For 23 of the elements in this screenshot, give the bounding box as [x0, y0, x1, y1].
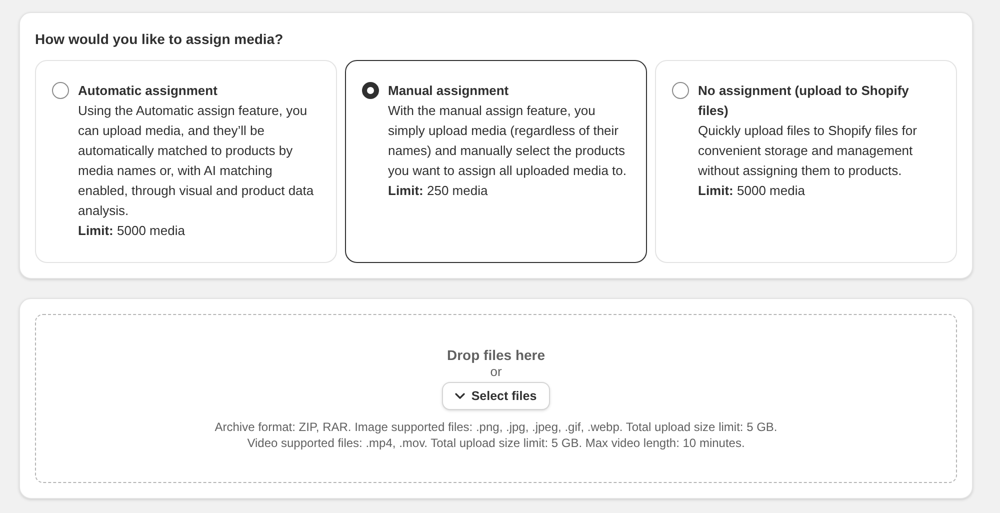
radio-button[interactable] — [52, 82, 69, 99]
option-card[interactable]: Manual assignment With the manual assign feature, you simply upload media (regardless of their names) and manually select the products you want to assign all uploaded media to. Limit: 250 media — [345, 60, 647, 263]
file-info-text: Archive format: ZIP, RAR. Image supported files: .png, .jpg, .jpeg, .gif, .webp. Total upload size limit: 5 GB. — [214, 419, 778, 435]
select-files-button[interactable]: Select files — [442, 382, 550, 410]
or-text: or — [490, 364, 502, 380]
file-info-text: Video supported files: .mp4, .mov. Total upload size limit: 5 GB. Max video length: 10 minutes. — [247, 435, 745, 451]
option-description: Using the Automatic assign feature, you can upload media, and they’ll be automatically matched to products by media names or, with AI matching enabled, through visual and product data analysis. — [78, 102, 315, 220]
dropzone[interactable] — [35, 314, 957, 483]
radio-button[interactable] — [362, 82, 379, 99]
section-title: How would you like to assign media? — [35, 30, 284, 49]
option-description: Quickly upload files to Shopify files for convenient storage and management without assigning them to products. — [698, 122, 918, 180]
radio-button[interactable] — [672, 82, 689, 99]
chevron-down-icon — [455, 393, 466, 399]
limit-text: Limit: 5000 media — [698, 182, 806, 200]
option-title: Manual assignment — [388, 82, 510, 100]
limit-text: Limit: 250 media — [388, 182, 489, 200]
option-title: Automatic assignment — [78, 82, 218, 100]
limit-text: Limit: 5000 media — [78, 222, 186, 240]
option-description: With the manual assign feature, you simply upload media (regardless of their names) and manually select the products you want to assign all uploaded media to. — [388, 102, 628, 180]
option-title: No assignment (upload to Shopify files) — [698, 82, 910, 120]
option-card[interactable] — [35, 60, 337, 263]
option-card[interactable]: No assignment (upload to Shopify files) Quickly upload files to Shopify files for convenient storage and management without assigning them to products. Limit: 5000 media — [655, 60, 957, 263]
dropzone-heading: Drop files here — [446, 346, 546, 364]
